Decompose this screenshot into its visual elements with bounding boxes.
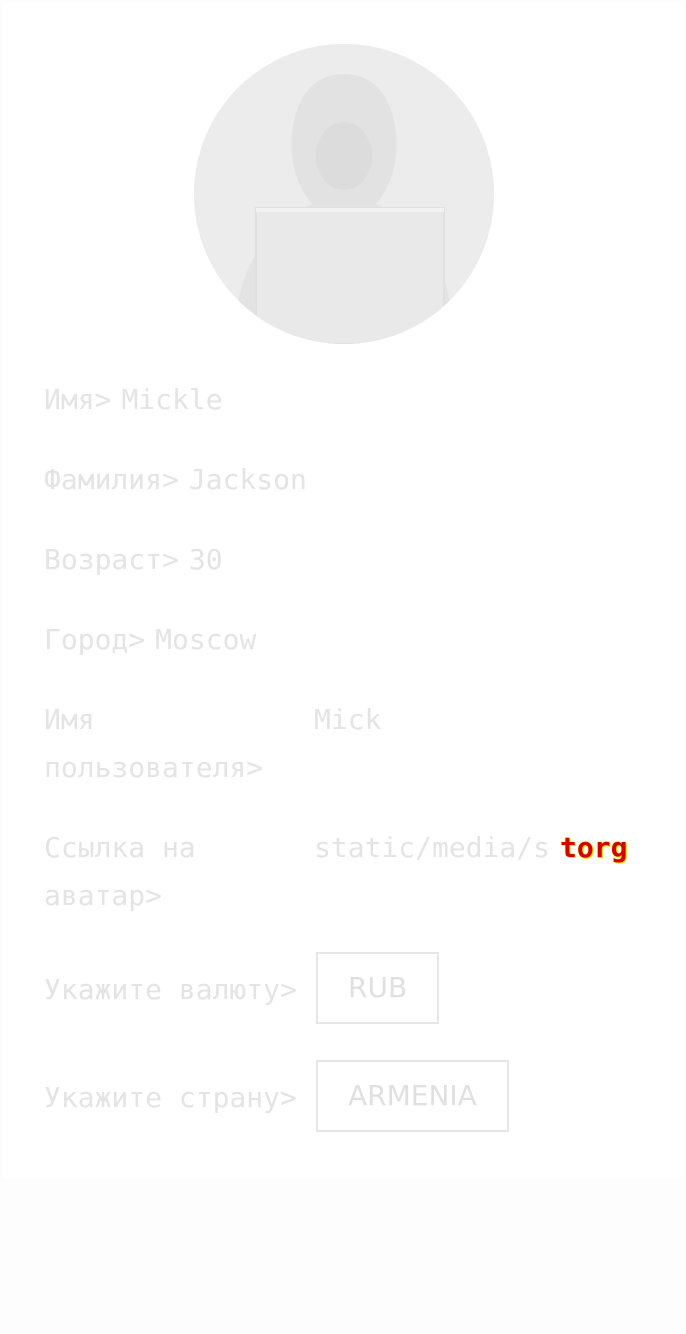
country-select[interactable]: ARMENIA — [316, 1060, 509, 1132]
username-value[interactable]: Mick — [314, 696, 644, 744]
last-name-value[interactable]: Jackson — [189, 463, 307, 496]
first-name-value[interactable]: Mickle — [121, 383, 222, 416]
username-row: Имя пользователя> Mick — [44, 696, 644, 796]
last-name-label: Фамилия> — [44, 463, 179, 496]
avatar-link-highlight: torg — [560, 824, 632, 872]
city-value[interactable]: Moscow — [155, 623, 256, 656]
avatar-link-row: Ссылка на аватар> static/media/s torg — [44, 824, 644, 924]
username-label: Имя пользователя> — [44, 703, 264, 784]
avatar-link-label: Ссылка на аватар> — [44, 831, 196, 912]
last-name-row: Фамилия> Jackson — [44, 456, 307, 504]
age-row: Возраст> 30 — [44, 536, 223, 584]
first-name-label: Имя> — [44, 383, 112, 416]
currency-select[interactable]: RUB — [316, 952, 440, 1024]
first-name-row: Имя> Mickle — [44, 376, 223, 424]
age-value[interactable]: 30 — [189, 543, 223, 576]
age-label: Возраст> — [44, 543, 179, 576]
city-row: Город> Moscow — [44, 616, 256, 664]
user-avatar[interactable] — [194, 44, 494, 344]
currency-label: Укажите валюту> — [44, 973, 297, 1006]
hooded-hacker-icon — [194, 44, 494, 344]
currency-row: Укажите валюту> RUB — [44, 952, 644, 1028]
country-label: Укажите страну> — [44, 1081, 297, 1114]
country-row: Укажите страну> ARMENIA — [44, 1060, 644, 1136]
city-label: Город> — [44, 623, 146, 656]
